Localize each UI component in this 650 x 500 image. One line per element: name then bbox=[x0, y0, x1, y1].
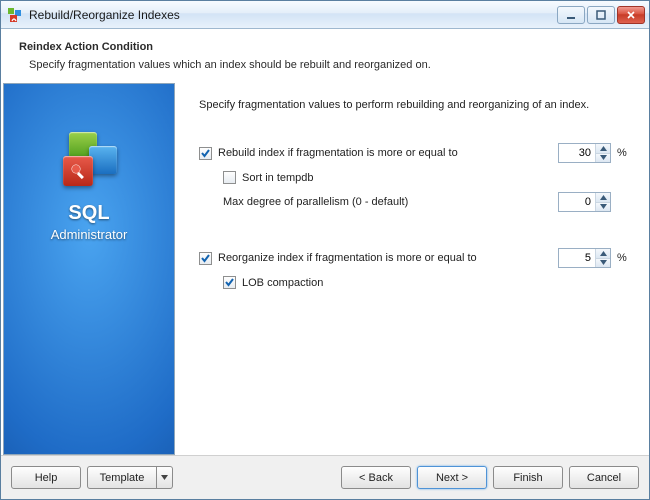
maxdop-label: Max degree of parallelism (0 - default) bbox=[223, 196, 558, 208]
window-title: Rebuild/Reorganize Indexes bbox=[29, 8, 557, 22]
back-button[interactable]: < Back bbox=[341, 466, 411, 489]
maxdop-input[interactable] bbox=[559, 193, 595, 211]
reorganize-threshold-input[interactable] bbox=[559, 249, 595, 267]
rebuild-unit: % bbox=[617, 147, 629, 159]
maxdop-row: Max degree of parallelism (0 - default) bbox=[223, 192, 629, 212]
spinner-up-icon[interactable] bbox=[596, 249, 610, 259]
wizard-window: Rebuild/Reorganize Indexes Reindex Actio… bbox=[0, 0, 650, 500]
rebuild-threshold-input[interactable] bbox=[559, 144, 595, 162]
titlebar: Rebuild/Reorganize Indexes bbox=[1, 1, 649, 29]
reorganize-threshold-spinner[interactable] bbox=[558, 248, 611, 268]
rebuild-checkbox[interactable] bbox=[199, 147, 212, 160]
finish-button[interactable]: Finish bbox=[493, 466, 563, 489]
rebuild-row: Rebuild index if fragmentation is more o… bbox=[199, 143, 629, 163]
window-controls bbox=[557, 6, 645, 24]
wizard-body: SQL Administrator Specify fragmentation … bbox=[1, 82, 649, 455]
sort-tempdb-row: Sort in tempdb bbox=[223, 171, 629, 184]
reorganize-label: Reorganize index if fragmentation is mor… bbox=[218, 252, 558, 264]
cancel-button[interactable]: Cancel bbox=[569, 466, 639, 489]
chevron-down-icon bbox=[161, 475, 168, 480]
brand-subtitle: Administrator bbox=[51, 227, 128, 242]
reorganize-checkbox[interactable] bbox=[199, 252, 212, 265]
rebuild-threshold-spinner[interactable] bbox=[558, 143, 611, 163]
lob-checkbox[interactable] bbox=[223, 276, 236, 289]
main-intro: Specify fragmentation values to perform … bbox=[199, 99, 629, 111]
spinner-down-icon[interactable] bbox=[596, 154, 610, 163]
maxdop-spinner[interactable] bbox=[558, 192, 611, 212]
minimize-button[interactable] bbox=[557, 6, 585, 24]
lob-label: LOB compaction bbox=[242, 277, 629, 289]
spinner-down-icon[interactable] bbox=[596, 203, 610, 212]
template-split-button: Template bbox=[87, 466, 173, 489]
next-button[interactable]: Next > bbox=[417, 466, 487, 489]
template-dropdown-toggle[interactable] bbox=[157, 466, 173, 489]
spinner-down-icon[interactable] bbox=[596, 259, 610, 268]
brand-name: SQL bbox=[51, 202, 128, 225]
lob-row: LOB compaction bbox=[223, 276, 629, 289]
maximize-button[interactable] bbox=[587, 6, 615, 24]
wizard-header: Reindex Action Condition Specify fragmen… bbox=[1, 29, 649, 81]
reorganize-unit: % bbox=[617, 252, 629, 264]
template-button[interactable]: Template bbox=[87, 466, 157, 489]
wizard-footer: Help Template < Back Next > Finish Cance… bbox=[1, 455, 649, 499]
app-icon bbox=[7, 7, 23, 23]
brand-logo: SQL Administrator bbox=[51, 132, 128, 242]
close-button[interactable] bbox=[617, 6, 645, 24]
reorganize-row: Reorganize index if fragmentation is mor… bbox=[199, 248, 629, 268]
sort-tempdb-label: Sort in tempdb bbox=[242, 172, 629, 184]
spinner-up-icon[interactable] bbox=[596, 144, 610, 154]
rebuild-label: Rebuild index if fragmentation is more o… bbox=[218, 147, 558, 159]
help-button[interactable]: Help bbox=[11, 466, 81, 489]
page-description: Specify fragmentation values which an in… bbox=[29, 59, 631, 71]
spinner-up-icon[interactable] bbox=[596, 193, 610, 203]
main-panel: Specify fragmentation values to perform … bbox=[175, 83, 647, 455]
sidebar-banner: SQL Administrator bbox=[3, 83, 175, 455]
sort-tempdb-checkbox[interactable] bbox=[223, 171, 236, 184]
page-title: Reindex Action Condition bbox=[19, 41, 631, 53]
